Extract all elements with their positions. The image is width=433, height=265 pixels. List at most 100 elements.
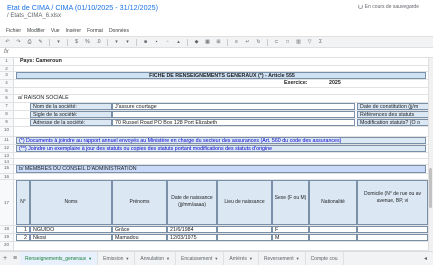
vertical-scrollbar[interactable] <box>428 58 433 251</box>
member-birthdate[interactable]: 21/6/1984 <box>167 226 217 233</box>
member-birthplace[interactable] <box>217 226 272 233</box>
member-nationality[interactable] <box>309 234 357 241</box>
chart-icon[interactable]: ▥ <box>294 38 303 46</box>
explore-icon[interactable]: ◂ <box>424 255 427 262</box>
tab-renseignements-generaux[interactable]: Renseignements_generaux ▼ <box>20 251 99 265</box>
tab-encaissement[interactable]: Encaissement ▼ <box>176 251 225 265</box>
column-header[interactable]: Date de naissance (jj/mm/aaaa) <box>167 180 217 225</box>
function-icon[interactable]: Σ <box>316 38 325 46</box>
member-surname[interactable]: NGUIDO <box>30 226 112 233</box>
add-sheet-icon[interactable]: + <box>0 255 10 262</box>
tab-reversement[interactable]: Reversement ▼ <box>259 251 306 265</box>
column-header[interactable]: Noms <box>30 180 112 225</box>
country-cell[interactable]: Pays: Cameroun <box>18 58 218 65</box>
note-cell[interactable]: (**) Joindre un exemplaire à jour des st… <box>16 145 426 152</box>
spreadsheet-grid[interactable]: 1 Pays: Cameroun 2 3 FICHE DE RENSEIGNEM… <box>0 58 433 251</box>
menu-data[interactable]: Données <box>109 28 129 34</box>
merge-icon[interactable]: ⊞ <box>214 38 223 46</box>
row-number[interactable]: 5 <box>0 88 14 94</box>
member-number[interactable]: 2 <box>16 234 30 241</box>
row-number[interactable]: 14 <box>0 159 14 164</box>
row-number[interactable]: 10 <box>0 127 14 136</box>
row-number[interactable]: 4 <box>0 80 14 87</box>
row-number[interactable]: 17 <box>0 180 14 225</box>
document-title[interactable]: Etat de CIMA / CIMA (01/10/2025 - 31/12/… <box>7 3 158 12</box>
address-value[interactable]: 70 Russel Road PO Box 128 Port Elizabeth <box>112 119 355 126</box>
wrap-icon[interactable]: ↵ <box>243 38 252 46</box>
menu-file[interactable]: Fichier <box>6 28 21 34</box>
rotate-icon[interactable]: ↻ <box>254 38 263 46</box>
comment-icon[interactable]: □ <box>283 38 292 46</box>
filter-icon[interactable]: ▽ <box>305 38 314 46</box>
tab-arrieres[interactable]: Arriérés ▼ <box>224 251 259 265</box>
column-header[interactable]: Prénoms <box>112 180 167 225</box>
color-icon[interactable]: ▴ <box>174 38 183 46</box>
currency-icon[interactable]: $ <box>72 38 81 46</box>
align-icon[interactable]: ≡ <box>232 38 241 46</box>
row-number[interactable]: 19 <box>0 234 14 241</box>
member-firstname[interactable]: Grâce <box>112 226 167 233</box>
row-number[interactable]: 16 <box>0 174 14 179</box>
font-icon[interactable]: ▾ <box>112 38 121 46</box>
row-number[interactable]: 3 <box>0 72 14 79</box>
member-number[interactable]: 1 <box>16 226 30 233</box>
row-number[interactable]: 11 <box>0 137 14 144</box>
strike-icon[interactable]: ▫ <box>163 38 172 46</box>
column-header[interactable]: Nationalité <box>309 180 357 225</box>
fill-icon[interactable]: ◆ <box>192 38 201 46</box>
row-number[interactable]: 18 <box>0 226 14 233</box>
member-surname[interactable]: Nkosi <box>30 234 112 241</box>
row-number[interactable]: 6 <box>0 95 14 102</box>
column-header[interactable]: Sexe (F ou M) <box>272 180 309 225</box>
row-number[interactable]: 7 <box>0 103 14 110</box>
member-address[interactable] <box>357 226 428 233</box>
paint-format-icon[interactable]: ✎ <box>36 38 45 46</box>
exercise-value[interactable]: 2025 <box>327 80 357 87</box>
scrollbar-thumb[interactable] <box>429 168 432 208</box>
size-icon[interactable]: ▾ <box>123 38 132 46</box>
menu-insert[interactable]: Insérer <box>66 28 82 34</box>
link-icon[interactable]: ⊂ <box>272 38 281 46</box>
print-icon[interactable]: ⎙ <box>25 38 34 46</box>
redo-icon[interactable]: ↷ <box>14 38 23 46</box>
row-number[interactable]: 1 <box>0 58 14 65</box>
member-sex[interactable]: F <box>272 226 309 233</box>
menu-format[interactable]: Format <box>87 28 103 34</box>
row-number[interactable]: 12 <box>0 145 14 152</box>
undo-icon[interactable]: ↶ <box>3 38 12 46</box>
file-name[interactable]: Etats_CIMA_6.xlsx <box>10 13 61 19</box>
member-firstname[interactable]: Mamadou <box>112 234 167 241</box>
section-heading[interactable]: b/ MEMBRES DU CONSEIL D'ADMINISTRATION <box>16 165 426 173</box>
percent-icon[interactable]: % <box>83 38 92 46</box>
member-nationality[interactable] <box>309 226 357 233</box>
member-address[interactable] <box>357 234 428 241</box>
row-number[interactable]: 9 <box>0 119 14 126</box>
decimal-icon[interactable]: .0 <box>94 38 103 46</box>
row-number[interactable]: 2 <box>0 66 14 71</box>
column-header[interactable]: N° <box>16 180 30 225</box>
row-number[interactable]: 8 <box>0 111 14 118</box>
member-sex[interactable]: M <box>272 234 309 241</box>
row-number[interactable]: 13 <box>0 153 14 158</box>
row-number[interactable]: 15 <box>0 165 14 173</box>
zoom-icon[interactable]: ▾ <box>54 38 63 46</box>
formula-bar[interactable]: fx <box>0 48 433 58</box>
member-birthdate[interactable]: 12/03/1975 <box>167 234 217 241</box>
tab-emission[interactable]: Emission ▼ <box>98 251 136 265</box>
acronym-value[interactable] <box>112 111 355 118</box>
menu-edit[interactable]: Modifier <box>27 28 45 34</box>
tab-annulation[interactable]: Annulation ▼ <box>135 251 176 265</box>
borders-icon[interactable]: ▦ <box>203 38 212 46</box>
company-name-value[interactable]: J'assure courtage <box>112 103 355 110</box>
note-cell[interactable]: (*) Documents à joindre au rapport annue… <box>16 137 426 144</box>
member-birthplace[interactable] <box>217 234 272 241</box>
form-title[interactable]: FICHE DE RENSEIGNEMENTS GENERAUX (*) - A… <box>16 72 426 79</box>
all-sheets-icon[interactable]: ≡ <box>10 255 20 262</box>
section-heading[interactable]: a/ RAISON SOCIALE <box>16 95 216 102</box>
row-number[interactable]: 20 <box>0 242 14 250</box>
menu-view[interactable]: Vue <box>51 28 60 34</box>
tab-compte-courant[interactable]: Compte cou <box>306 251 344 265</box>
column-header[interactable]: Lieu de naissance <box>217 180 272 225</box>
bold-icon[interactable]: ■ <box>141 38 150 46</box>
column-header[interactable]: Domicile (N° de rue ou av avenue, BP, vi <box>357 180 428 225</box>
